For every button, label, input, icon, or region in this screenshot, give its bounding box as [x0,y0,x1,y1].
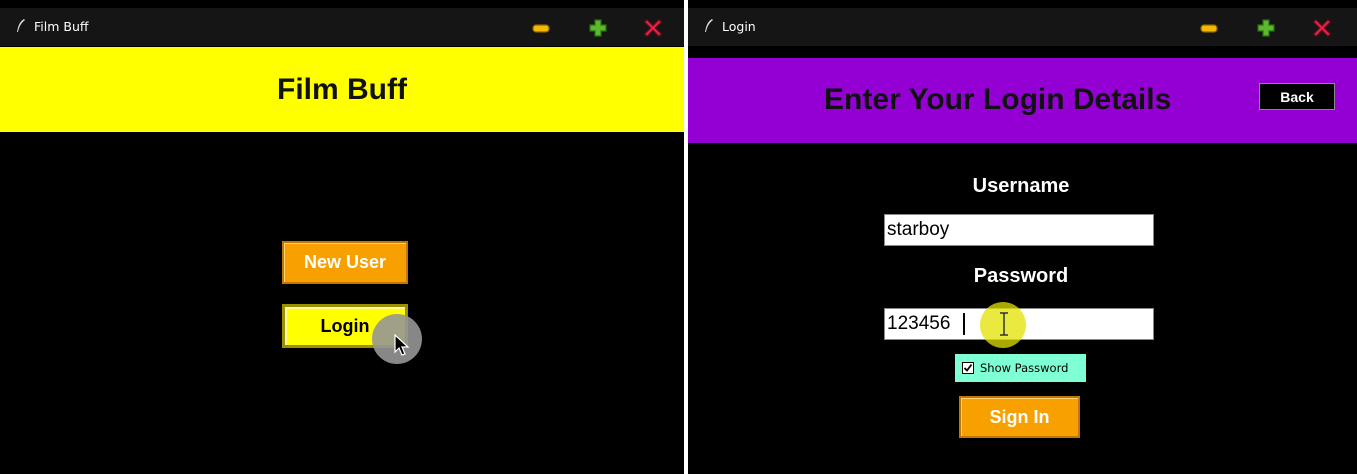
feather-icon [17,19,25,32]
close-icon[interactable] [643,18,663,38]
show-password-label: Show Password [980,361,1069,375]
close-icon[interactable] [1312,18,1332,38]
cursor-highlight [372,314,422,364]
login-window: Login Enter Your Login Details Back User… [688,0,1357,474]
title-bar: Login [688,8,1357,46]
minimize-icon[interactable] [1199,18,1219,38]
checkbox[interactable] [962,362,974,374]
username-value: starboy [887,219,950,240]
username-label: Username [972,175,1070,197]
new-user-button[interactable]: New User [282,241,408,284]
password-value: 123456 [887,313,951,334]
window-title: Film Buff [34,19,89,34]
feather-icon [705,19,713,32]
username-input[interactable]: starboy [884,214,1154,246]
page-title: Enter Your Login Details [824,83,1172,116]
back-button[interactable]: Back [1259,83,1335,110]
show-password-checkbox[interactable]: Show Password [955,354,1086,382]
page-title: Film Buff [277,73,407,106]
window-title: Login [722,19,756,34]
text-cursor-icon [1000,312,1008,336]
password-label: Password [973,265,1069,287]
maximize-icon[interactable] [1256,18,1276,38]
film-buff-window: Film Buff Film Buff New User Login [0,0,684,474]
mouse-pointer-icon [394,334,410,356]
title-bar: Film Buff [0,8,684,46]
header-bar: Film Buff [0,47,684,132]
checkmark-icon [963,363,973,372]
sign-in-button[interactable]: Sign In [959,396,1080,438]
text-caret [963,313,965,335]
header-bar: Enter Your Login Details Back [688,58,1357,143]
minimize-icon[interactable] [531,18,551,38]
maximize-icon[interactable] [588,18,608,38]
